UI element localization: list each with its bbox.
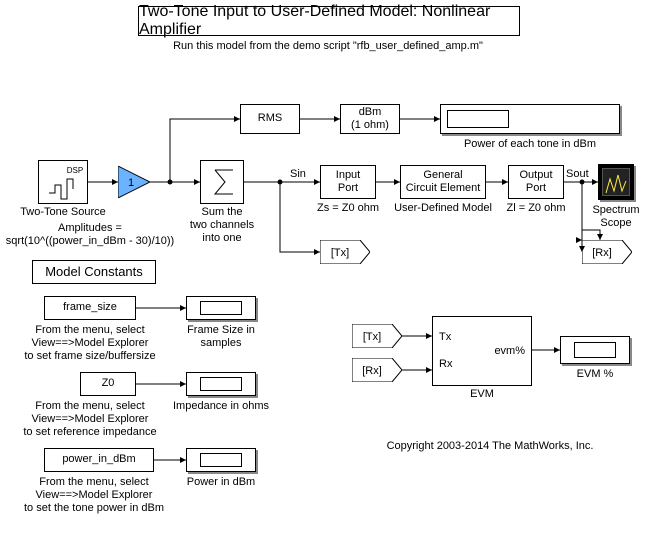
display-power-in[interactable] (186, 448, 256, 472)
block-two-tone-source[interactable]: DSP (38, 160, 88, 204)
block-input-port[interactable]: Input Port (320, 165, 376, 199)
two-tone-note: Amplitudes = sqrt(10^((power_in_dBm - 30… (0, 222, 180, 248)
svg-text:DSP: DSP (67, 166, 83, 175)
const-power-note: From the menu, select View==>Model Explo… (14, 476, 174, 516)
scope-caption: Spectrum Scope (586, 204, 646, 230)
display-z0-caption: Impedance in ohms (166, 400, 276, 413)
two-tone-name: Two-Tone Source (14, 206, 112, 219)
block-ckt[interactable]: General Circuit Element (400, 165, 486, 199)
from-rx[interactable]: [Rx] (352, 358, 402, 382)
block-evm[interactable]: Tx Rx evm% (432, 316, 532, 386)
copyright: Copyright 2003-2014 The MathWorks, Inc. (350, 440, 630, 453)
display-power[interactable] (440, 104, 620, 134)
svg-text:1: 1 (128, 177, 134, 189)
svg-text:[Tx]: [Tx] (363, 331, 381, 343)
block-output-port[interactable]: Output Port (508, 165, 564, 199)
display-frame-caption: Frame Size in samples (166, 324, 276, 350)
model-title-box: Two-Tone Input to User-Defined Model: No… (138, 6, 520, 36)
block-dbm[interactable]: dBm (1 ohm) (340, 104, 400, 134)
evm-port-out: evm% (494, 345, 525, 358)
const-power-block[interactable]: power_in_dBm (44, 448, 154, 472)
display-evm-caption: EVM % (560, 368, 630, 381)
signal-sin: Sin (290, 168, 320, 181)
evm-port-rx: Rx (439, 358, 452, 371)
display-z0[interactable] (186, 372, 256, 396)
block-sum[interactable] (200, 160, 244, 204)
model-subtitle: Run this model from the demo script "rfb… (138, 40, 518, 53)
evm-caption: EVM (432, 388, 532, 401)
block-gain[interactable]: 1 (118, 166, 150, 198)
goto-tx[interactable]: [Tx] (320, 240, 370, 264)
block-spectrum-scope[interactable] (598, 164, 634, 200)
evm-port-tx: Tx (439, 331, 451, 344)
display-power-caption: Power of each tone in dBm (440, 138, 620, 151)
display-power-in-caption: Power in dBm (176, 476, 266, 489)
const-frame-note: From the menu, select View==>Model Explo… (20, 324, 160, 364)
block-rms[interactable]: RMS (240, 104, 300, 134)
output-port-note: Zl = Z0 ohm (498, 202, 574, 215)
sum-caption: Sum the two channels into one (188, 206, 256, 246)
model-constants-title: Model Constants (32, 260, 156, 284)
model-title: Two-Tone Input to User-Defined Model: No… (139, 3, 519, 39)
model-canvas: Two-Tone Input to User-Defined Model: No… (0, 0, 651, 534)
ckt-note: User-Defined Model (390, 202, 496, 215)
display-frame[interactable] (186, 296, 256, 320)
const-z0-note: From the menu, select View==>Model Explo… (20, 400, 160, 440)
svg-text:[Rx]: [Rx] (592, 247, 612, 259)
svg-text:[Rx]: [Rx] (362, 365, 382, 377)
const-frame-block[interactable]: frame_size (44, 296, 136, 320)
signal-sout: Sout (566, 168, 596, 181)
display-evm[interactable] (560, 336, 630, 364)
goto-rx[interactable]: [Rx] (582, 240, 632, 264)
input-port-note: Zs = Z0 ohm (310, 202, 386, 215)
svg-text:[Tx]: [Tx] (331, 247, 349, 259)
const-z0-block[interactable]: Z0 (80, 372, 136, 396)
from-tx[interactable]: [Tx] (352, 324, 402, 348)
